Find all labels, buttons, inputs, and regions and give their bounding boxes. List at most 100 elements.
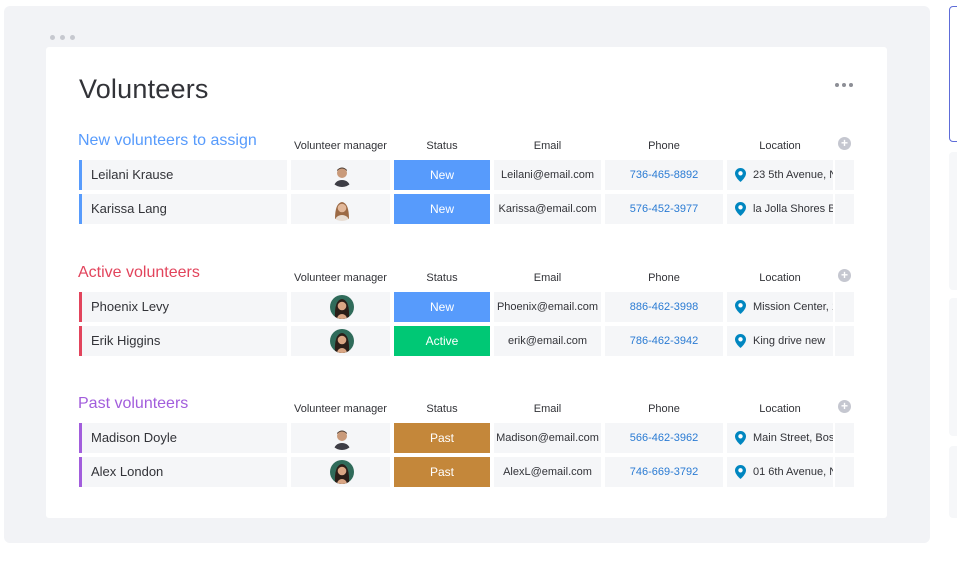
column-header-phone[interactable]: Phone (605, 403, 723, 415)
add-column-icon[interactable]: + (838, 400, 851, 413)
column-header-status[interactable]: Status (394, 140, 490, 152)
location-text: Main Street, Bost (753, 432, 833, 444)
column-header-location[interactable]: Location (727, 403, 833, 415)
avatar[interactable] (330, 295, 354, 319)
map-pin-icon (735, 202, 746, 216)
location-text: 01 6th Avenue, N (753, 466, 833, 478)
phone-link[interactable]: 746-669-3792 (605, 457, 723, 487)
item-name-cell[interactable]: Phoenix Levy (79, 292, 287, 322)
column-header-location[interactable]: Location (727, 272, 833, 284)
table-row[interactable]: Phoenix Levy New Phoenix@email.com 886-4… (79, 292, 859, 322)
group-header: New volunteers to assign Volunteer manag… (78, 132, 859, 156)
column-header-location[interactable]: Location (727, 140, 833, 152)
table-row[interactable]: Erik Higgins Active erik@email.com 786-4… (79, 326, 859, 356)
status-badge[interactable]: New (394, 160, 490, 190)
item-name-cell[interactable]: Erik Higgins (79, 326, 287, 356)
status-badge[interactable]: New (394, 292, 490, 322)
column-header-manager[interactable]: Volunteer manager (291, 272, 390, 284)
phone-link[interactable]: 886-462-3998 (605, 292, 723, 322)
location-cell[interactable]: 23 5th Avenue, N (727, 160, 833, 190)
group-title[interactable]: Active volunteers (78, 264, 200, 282)
item-name-cell[interactable]: Madison Doyle (79, 423, 287, 453)
phone-link[interactable]: 736-465-8892 (605, 160, 723, 190)
side-panel-card[interactable] (949, 152, 957, 290)
group-new-volunteers: New volunteers to assign Volunteer manag… (78, 132, 859, 224)
window-dots-icon (50, 35, 75, 40)
map-pin-icon (735, 334, 746, 348)
column-header-email[interactable]: Email (494, 140, 601, 152)
side-panel-card-active[interactable] (949, 6, 957, 142)
item-name: Alex London (91, 464, 164, 479)
side-panel-card[interactable] (949, 446, 957, 518)
manager-cell[interactable] (291, 292, 390, 322)
row-end-cell (835, 292, 854, 322)
group-active-volunteers: Active volunteers Volunteer manager Stat… (78, 264, 859, 356)
table-row[interactable]: Alex London Past AlexL@email.com 746-669… (79, 457, 859, 487)
item-name-cell[interactable]: Alex London (79, 457, 287, 487)
group-title[interactable]: New volunteers to assign (78, 132, 257, 150)
table-row[interactable]: Karissa Lang New Karissa@email.com 576-4… (79, 194, 859, 224)
location-cell[interactable]: la Jolla Shores Be (727, 194, 833, 224)
manager-cell[interactable] (291, 194, 390, 224)
email-cell[interactable]: Karissa@email.com (494, 194, 601, 224)
status-badge[interactable]: Past (394, 423, 490, 453)
column-header-email[interactable]: Email (494, 403, 601, 415)
item-name: Karissa Lang (91, 201, 167, 216)
group-past-volunteers: Past volunteers Volunteer manager Status… (78, 395, 859, 487)
manager-cell[interactable] (291, 457, 390, 487)
column-header-status[interactable]: Status (394, 272, 490, 284)
item-name: Phoenix Levy (91, 299, 170, 314)
column-header-manager[interactable]: Volunteer manager (291, 403, 390, 415)
manager-cell[interactable] (291, 423, 390, 453)
map-pin-icon (735, 431, 746, 445)
row-end-cell (835, 160, 854, 190)
add-column-icon[interactable]: + (838, 137, 851, 150)
more-options-icon[interactable] (835, 83, 853, 87)
email-cell[interactable]: Madison@email.com (494, 423, 601, 453)
table-row[interactable]: Leilani Krause New Leilani@email.com 736… (79, 160, 859, 190)
group-header: Active volunteers Volunteer manager Stat… (78, 264, 859, 288)
avatar[interactable] (330, 460, 354, 484)
column-header-status[interactable]: Status (394, 403, 490, 415)
column-header-phone[interactable]: Phone (605, 140, 723, 152)
status-badge[interactable]: Active (394, 326, 490, 356)
location-text: Mission Center, 1 (753, 301, 833, 313)
add-column-icon[interactable]: + (838, 269, 851, 282)
manager-cell[interactable] (291, 326, 390, 356)
phone-link[interactable]: 786-462-3942 (605, 326, 723, 356)
location-cell[interactable]: Main Street, Bost (727, 423, 833, 453)
row-end-cell (835, 457, 854, 487)
row-end-cell (835, 423, 854, 453)
item-name-cell[interactable]: Karissa Lang (79, 194, 287, 224)
avatar[interactable] (330, 426, 354, 450)
side-panel-card[interactable] (949, 298, 957, 436)
group-title[interactable]: Past volunteers (78, 395, 188, 413)
avatar[interactable] (330, 163, 354, 187)
item-name: Erik Higgins (91, 333, 161, 348)
email-cell[interactable]: Phoenix@email.com (494, 292, 601, 322)
status-badge[interactable]: Past (394, 457, 490, 487)
map-pin-icon (735, 300, 746, 314)
table-row[interactable]: Madison Doyle Past Madison@email.com 566… (79, 423, 859, 453)
status-badge[interactable]: New (394, 194, 490, 224)
location-text: la Jolla Shores Be (753, 203, 833, 215)
phone-link[interactable]: 566-462-3962 (605, 423, 723, 453)
row-end-cell (835, 194, 854, 224)
column-header-email[interactable]: Email (494, 272, 601, 284)
manager-cell[interactable] (291, 160, 390, 190)
column-header-manager[interactable]: Volunteer manager (291, 140, 390, 152)
avatar[interactable] (330, 197, 354, 221)
item-name: Madison Doyle (91, 430, 177, 445)
location-cell[interactable]: Mission Center, 1 (727, 292, 833, 322)
board: Volunteers New volunteers to assign Volu… (46, 47, 887, 518)
location-cell[interactable]: King drive new (727, 326, 833, 356)
phone-link[interactable]: 576-452-3977 (605, 194, 723, 224)
item-name-cell[interactable]: Leilani Krause (79, 160, 287, 190)
email-cell[interactable]: Leilani@email.com (494, 160, 601, 190)
avatar[interactable] (330, 329, 354, 353)
column-header-phone[interactable]: Phone (605, 272, 723, 284)
email-cell[interactable]: erik@email.com (494, 326, 601, 356)
location-cell[interactable]: 01 6th Avenue, N (727, 457, 833, 487)
email-cell[interactable]: AlexL@email.com (494, 457, 601, 487)
map-pin-icon (735, 465, 746, 479)
